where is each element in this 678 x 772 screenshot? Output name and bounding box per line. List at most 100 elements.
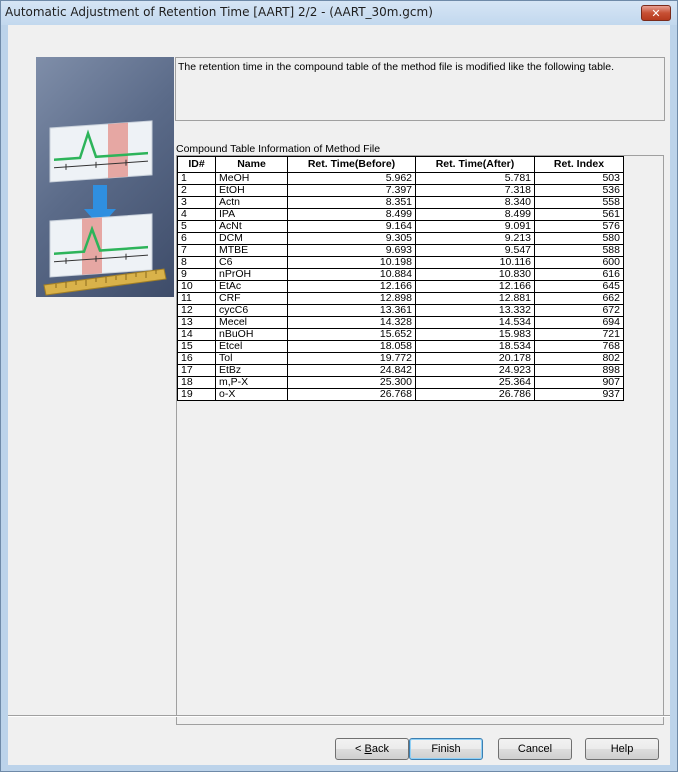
- column-header-ret-index: Ret. Index: [534, 156, 624, 173]
- cell-ret-index: 558: [534, 196, 624, 209]
- cell-id: 13: [177, 316, 216, 329]
- table-row[interactable]: 13 Mecel 14.328 14.534 694: [177, 316, 624, 329]
- cell-ret-time-before: 24.842: [287, 364, 416, 377]
- cell-ret-time-before: 25.300: [287, 376, 416, 389]
- table-row[interactable]: 3 Actn 8.351 8.340 558: [177, 196, 624, 209]
- cancel-button[interactable]: Cancel: [498, 738, 572, 760]
- cell-ret-index: 536: [534, 184, 624, 197]
- cell-ret-time-before: 12.898: [287, 292, 416, 305]
- cell-ret-time-before: 19.772: [287, 352, 416, 365]
- window-title: Automatic Adjustment of Retention Time […: [5, 5, 433, 19]
- cell-id: 18: [177, 376, 216, 389]
- cell-name: cycC6: [215, 304, 288, 317]
- cell-ret-index: 580: [534, 232, 624, 245]
- cell-name: Etcel: [215, 340, 288, 353]
- cell-id: 16: [177, 352, 216, 365]
- table-row[interactable]: 19 o-X 26.768 26.786 937: [177, 388, 624, 401]
- cell-id: 12: [177, 304, 216, 317]
- back-button-mnemonic: B: [364, 743, 372, 755]
- cell-ret-time-before: 9.693: [287, 244, 416, 257]
- cell-name: EtBz: [215, 364, 288, 377]
- cell-id: 4: [177, 208, 216, 221]
- cell-ret-time-after: 15.983: [415, 328, 535, 341]
- cell-id: 2: [177, 184, 216, 197]
- cell-id: 17: [177, 364, 216, 377]
- cell-name: Mecel: [215, 316, 288, 329]
- table-row[interactable]: 18 m,P-X 25.300 25.364 907: [177, 376, 624, 389]
- cell-id: 19: [177, 388, 216, 401]
- cell-ret-index: 937: [534, 388, 624, 401]
- cell-ret-time-before: 15.652: [287, 328, 416, 341]
- title-bar: Automatic Adjustment of Retention Time […: [1, 1, 677, 25]
- cell-name: o-X: [215, 388, 288, 401]
- table-row[interactable]: 10 EtAc 12.166 12.166 645: [177, 280, 624, 293]
- table-row[interactable]: 2 EtOH 7.397 7.318 536: [177, 184, 624, 197]
- help-button[interactable]: Help: [585, 738, 659, 760]
- cell-ret-index: 600: [534, 256, 624, 269]
- retention-shift-graphic: [43, 120, 167, 296]
- table-row[interactable]: 12 cycC6 13.361 13.332 672: [177, 304, 624, 317]
- cell-ret-index: 645: [534, 280, 624, 293]
- cell-ret-index: 721: [534, 328, 624, 341]
- table-row[interactable]: 1 MeOH 5.962 5.781 503: [177, 172, 624, 185]
- table-row[interactable]: 15 Etcel 18.058 18.534 768: [177, 340, 624, 353]
- cell-ret-index: 503: [534, 172, 624, 185]
- cell-ret-index: 616: [534, 268, 624, 281]
- cell-ret-time-after: 8.499: [415, 208, 535, 221]
- compound-table: ID# Name Ret. Time(Before) Ret. Time(Aft…: [177, 156, 624, 401]
- close-button[interactable]: ✕: [641, 5, 671, 21]
- table-row[interactable]: 8 C6 10.198 10.116 600: [177, 256, 624, 269]
- table-row[interactable]: 7 MTBE 9.693 9.547 588: [177, 244, 624, 257]
- cell-ret-time-before: 13.361: [287, 304, 416, 317]
- cell-ret-time-before: 10.198: [287, 256, 416, 269]
- cell-ret-time-after: 5.781: [415, 172, 535, 185]
- table-row[interactable]: 5 AcNt 9.164 9.091 576: [177, 220, 624, 233]
- table-row[interactable]: 16 Tol 19.772 20.178 802: [177, 352, 624, 365]
- cell-ret-time-before: 14.328: [287, 316, 416, 329]
- table-row[interactable]: 11 CRF 12.898 12.881 662: [177, 292, 624, 305]
- finish-button[interactable]: Finish: [409, 738, 483, 760]
- cell-id: 1: [177, 172, 216, 185]
- cell-name: Actn: [215, 196, 288, 209]
- cell-ret-time-before: 7.397: [287, 184, 416, 197]
- cell-ret-time-after: 18.534: [415, 340, 535, 353]
- dialog-client-area: The retention time in the compound table…: [8, 25, 670, 765]
- compound-table-frame[interactable]: ID# Name Ret. Time(Before) Ret. Time(Aft…: [176, 155, 664, 725]
- table-row[interactable]: 14 nBuOH 15.652 15.983 721: [177, 328, 624, 341]
- button-area-separator: [8, 715, 670, 717]
- cell-ret-time-after: 14.534: [415, 316, 535, 329]
- cell-ret-time-before: 26.768: [287, 388, 416, 401]
- cell-ret-time-after: 24.923: [415, 364, 535, 377]
- table-caption: Compound Table Information of Method Fil…: [176, 143, 381, 155]
- table-row[interactable]: 4 IPA 8.499 8.499 561: [177, 208, 624, 221]
- cell-id: 8: [177, 256, 216, 269]
- cell-ret-time-after: 10.830: [415, 268, 535, 281]
- table-row[interactable]: 9 nPrOH 10.884 10.830 616: [177, 268, 624, 281]
- cell-name: EtAc: [215, 280, 288, 293]
- cell-ret-time-after: 9.547: [415, 244, 535, 257]
- cell-name: nBuOH: [215, 328, 288, 341]
- table-header-row: ID# Name Ret. Time(Before) Ret. Time(Aft…: [177, 156, 624, 173]
- cell-ret-time-before: 12.166: [287, 280, 416, 293]
- column-header-ret-time-before: Ret. Time(Before): [287, 156, 416, 173]
- cell-ret-index: 768: [534, 340, 624, 353]
- cell-ret-time-after: 9.091: [415, 220, 535, 233]
- table-row[interactable]: 17 EtBz 24.842 24.923 898: [177, 364, 624, 377]
- cell-id: 5: [177, 220, 216, 233]
- close-icon: ✕: [651, 6, 661, 20]
- wizard-illustration: [36, 57, 174, 297]
- cell-name: MeOH: [215, 172, 288, 185]
- cell-ret-time-after: 13.332: [415, 304, 535, 317]
- table-body: 1 MeOH 5.962 5.781 503 2 EtOH 7.397 7.318 536 3 Act…: [177, 172, 624, 401]
- cell-ret-time-after: 20.178: [415, 352, 535, 365]
- cell-name: CRF: [215, 292, 288, 305]
- back-button[interactable]: < Back: [335, 738, 409, 760]
- cell-name: C6: [215, 256, 288, 269]
- cell-name: IPA: [215, 208, 288, 221]
- cell-ret-index: 802: [534, 352, 624, 365]
- cell-ret-time-before: 9.164: [287, 220, 416, 233]
- cell-ret-index: 561: [534, 208, 624, 221]
- cell-ret-index: 576: [534, 220, 624, 233]
- table-row[interactable]: 6 DCM 9.305 9.213 580: [177, 232, 624, 245]
- cell-id: 11: [177, 292, 216, 305]
